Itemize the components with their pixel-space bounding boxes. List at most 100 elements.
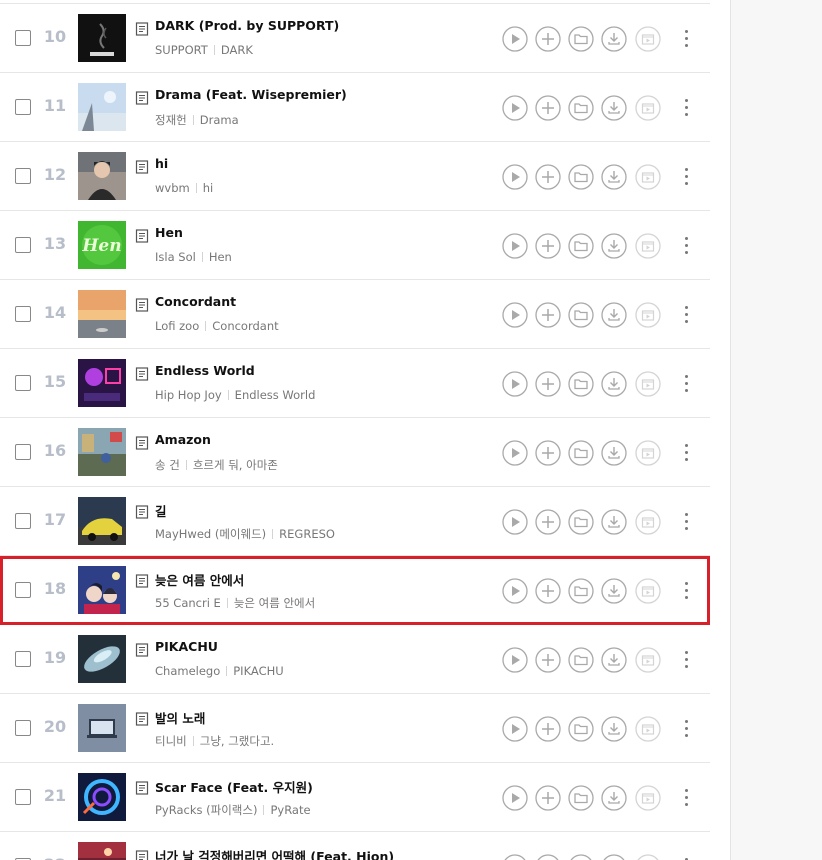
download-icon[interactable] [601,440,627,466]
more-icon[interactable] [678,509,694,535]
song-title[interactable]: Amazon [155,432,211,447]
folder-icon[interactable] [568,578,594,604]
play-icon[interactable] [502,716,528,742]
album-cover[interactable] [78,566,126,614]
lyrics-icon[interactable] [135,159,149,174]
download-icon[interactable] [601,854,627,860]
album-cover[interactable] [78,773,126,821]
music-video-icon[interactable] [635,854,661,860]
song-row[interactable]: 14 Concordant Lofi zoo Concordant [0,280,710,349]
music-video-icon[interactable] [635,95,661,121]
music-video-icon[interactable] [635,440,661,466]
song-title[interactable]: hi [155,156,168,171]
song-checkbox[interactable] [15,99,31,115]
folder-icon[interactable] [568,854,594,860]
download-icon[interactable] [601,578,627,604]
play-icon[interactable] [502,578,528,604]
lyrics-icon[interactable] [135,90,149,105]
song-row[interactable]: 19 PIKACHU Chamelego PIKACHU [0,625,710,694]
more-icon[interactable] [678,854,694,860]
add-icon[interactable] [535,371,561,397]
lyrics-icon[interactable] [135,435,149,450]
album-name[interactable]: Hen [209,250,232,264]
lyrics-icon[interactable] [135,504,149,519]
folder-icon[interactable] [568,95,594,121]
download-icon[interactable] [601,26,627,52]
add-icon[interactable] [535,716,561,742]
play-icon[interactable] [502,509,528,535]
album-cover[interactable] [78,152,126,200]
song-row[interactable]: 11 Drama (Feat. Wisepremier) 정재헌 Drama [0,73,710,142]
album-name[interactable]: 흐르게 둬, 아마존 [193,458,278,472]
song-row[interactable]: 21 Scar Face (Feat. 우지원) PyRacks (파이랙스) PyR… [0,763,710,832]
song-title[interactable]: PIKACHU [155,639,218,654]
album-name[interactable]: 늦은 여름 안에서 [234,596,315,610]
song-checkbox[interactable] [15,789,31,805]
song-checkbox[interactable] [15,444,31,460]
song-title[interactable]: 발의 노래 [155,708,205,727]
song-row[interactable]: 17 길 MayHwed (메이웨드) REGRESO [0,487,710,556]
artist-name[interactable]: 송 건 [155,458,180,472]
album-name[interactable]: 그냥, 그랬다고. [200,734,274,748]
album-cover[interactable]: Hen [78,221,126,269]
add-icon[interactable] [535,95,561,121]
music-video-icon[interactable] [635,509,661,535]
lyrics-icon[interactable] [135,297,149,312]
lyrics-icon[interactable] [135,228,149,243]
download-icon[interactable] [601,785,627,811]
add-icon[interactable] [535,854,561,860]
song-row[interactable]: 18 늦은 여름 안에서 55 Cancri E 늦은 여름 안에서 [0,556,710,625]
song-title[interactable]: Hen [155,225,183,240]
song-checkbox[interactable] [15,375,31,391]
download-icon[interactable] [601,164,627,190]
song-row[interactable]: 15 Endless World Hip Hop Joy Endless World [0,349,710,418]
music-video-icon[interactable] [635,578,661,604]
album-cover[interactable] [78,290,126,338]
lyrics-icon[interactable] [135,21,149,36]
album-cover[interactable] [78,428,126,476]
album-cover[interactable] [78,842,126,860]
artist-name[interactable]: SUPPORT [155,43,208,57]
song-title[interactable]: Drama (Feat. Wisepremier) [155,87,347,102]
more-icon[interactable] [678,371,694,397]
play-icon[interactable] [502,26,528,52]
add-icon[interactable] [535,26,561,52]
download-icon[interactable] [601,647,627,673]
folder-icon[interactable] [568,26,594,52]
download-icon[interactable] [601,509,627,535]
music-video-icon[interactable] [635,302,661,328]
more-icon[interactable] [678,647,694,673]
play-icon[interactable] [502,785,528,811]
folder-icon[interactable] [568,440,594,466]
music-video-icon[interactable] [635,716,661,742]
music-video-icon[interactable] [635,371,661,397]
artist-name[interactable]: PyRacks (파이랙스) [155,803,257,817]
album-name[interactable]: Concordant [212,319,278,333]
more-icon[interactable] [678,785,694,811]
song-checkbox[interactable] [15,513,31,529]
song-checkbox[interactable] [15,582,31,598]
add-icon[interactable] [535,233,561,259]
music-video-icon[interactable] [635,233,661,259]
song-row[interactable]: 12 hi wvbm hi [0,142,710,211]
lyrics-icon[interactable] [135,366,149,381]
add-icon[interactable] [535,578,561,604]
more-icon[interactable] [678,233,694,259]
artist-name[interactable]: wvbm [155,181,190,195]
play-icon[interactable] [502,164,528,190]
album-name[interactable]: hi [203,181,213,195]
download-icon[interactable] [601,302,627,328]
song-title[interactable]: Scar Face (Feat. 우지원) [155,777,313,796]
song-checkbox[interactable] [15,651,31,667]
play-icon[interactable] [502,233,528,259]
album-cover[interactable] [78,359,126,407]
song-title[interactable]: Endless World [155,363,255,378]
album-cover[interactable] [78,14,126,62]
song-checkbox[interactable] [15,237,31,253]
more-icon[interactable] [678,440,694,466]
lyrics-icon[interactable] [135,642,149,657]
music-video-icon[interactable] [635,26,661,52]
folder-icon[interactable] [568,647,594,673]
more-icon[interactable] [678,302,694,328]
play-icon[interactable] [502,95,528,121]
